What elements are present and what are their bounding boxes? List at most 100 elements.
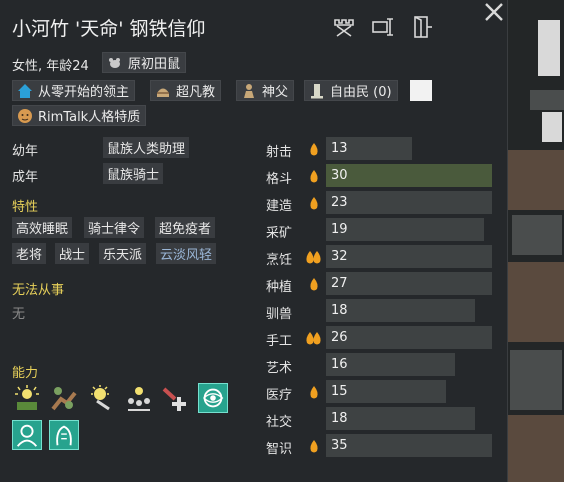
home-icon bbox=[18, 83, 32, 98]
ideology-tag[interactable]: 超凡教 bbox=[150, 80, 222, 101]
skill-name: 格斗 bbox=[266, 172, 293, 187]
skill-value: 30 bbox=[331, 168, 348, 183]
adulthood-label: 成年 bbox=[12, 170, 39, 185]
skill-name: 射击 bbox=[266, 145, 293, 160]
skill-bar[interactable]: 30 bbox=[326, 164, 492, 187]
skill-value: 23 bbox=[331, 195, 348, 210]
skill-value: 19 bbox=[331, 222, 348, 237]
trait-item[interactable]: 老将 bbox=[12, 243, 47, 264]
skill-level-fill bbox=[326, 407, 475, 430]
trait-item[interactable]: 云淡风轻 bbox=[156, 243, 217, 264]
inspire-icon[interactable] bbox=[12, 383, 42, 413]
traits-title: 特性 bbox=[12, 200, 39, 215]
major-passion-icon bbox=[306, 251, 321, 264]
skill-value: 15 bbox=[331, 384, 348, 399]
close-icon[interactable] bbox=[482, 0, 506, 24]
skill-value: 27 bbox=[331, 276, 348, 291]
banish-icon[interactable] bbox=[408, 14, 434, 40]
childhood-label: 幼年 bbox=[12, 144, 39, 159]
skill-name: 医疗 bbox=[266, 388, 293, 403]
skill-bar[interactable]: 19 bbox=[326, 218, 492, 241]
rename-icon[interactable] bbox=[370, 14, 396, 40]
skill-name: 种植 bbox=[266, 280, 293, 295]
gender-age: 女性, 年龄24 bbox=[12, 59, 89, 74]
skill-level-fill bbox=[326, 326, 492, 349]
role-tag[interactable]: 神父 bbox=[236, 80, 295, 101]
skill-level-fill bbox=[326, 434, 492, 457]
pawn-name: 小河竹 '天命' 钢铁信仰 bbox=[12, 18, 206, 40]
minor-passion-icon bbox=[310, 278, 318, 291]
skill-name: 烹饪 bbox=[266, 253, 293, 268]
rally-icon[interactable] bbox=[124, 383, 154, 413]
minor-passion-icon bbox=[310, 386, 318, 399]
skill-bar[interactable]: 15 bbox=[326, 380, 492, 403]
skill-bar[interactable]: 13 bbox=[326, 137, 492, 160]
skill-bar[interactable]: 35 bbox=[326, 434, 492, 457]
skill-name: 艺术 bbox=[266, 361, 293, 376]
fertilize-icon[interactable] bbox=[49, 383, 79, 413]
rat-icon bbox=[109, 57, 120, 68]
skill-value: 18 bbox=[331, 411, 348, 426]
skill-level-fill bbox=[326, 218, 484, 241]
skill-value: 32 bbox=[331, 249, 348, 264]
trait-item[interactable]: 超免疫者 bbox=[155, 217, 216, 238]
ideology-label: 超凡教 bbox=[176, 85, 216, 100]
skill-level-fill bbox=[326, 191, 492, 214]
priest-icon bbox=[244, 83, 254, 98]
minor-passion-icon bbox=[310, 440, 318, 453]
dreamer-icon[interactable] bbox=[49, 420, 79, 450]
childhood-backstory[interactable]: 鼠族人类助理 bbox=[103, 137, 190, 158]
skill-value: 16 bbox=[331, 357, 348, 372]
skill-bar[interactable]: 27 bbox=[326, 272, 492, 295]
skill-level-fill bbox=[326, 299, 475, 322]
trait-item[interactable]: 高效睡眠 bbox=[12, 217, 73, 238]
major-passion-icon bbox=[306, 332, 321, 345]
skill-value: 35 bbox=[331, 438, 348, 453]
skill-bar[interactable]: 18 bbox=[326, 407, 492, 430]
faction-label: 从零开始的领主 bbox=[38, 85, 130, 100]
skill-value: 18 bbox=[331, 303, 348, 318]
minor-passion-icon bbox=[310, 197, 318, 210]
title-tag[interactable]: 自由民 (0) bbox=[304, 80, 398, 101]
rimtalk-tag[interactable]: RimTalk人格特质 bbox=[12, 105, 147, 126]
skill-value: 13 bbox=[331, 141, 348, 156]
trait-item[interactable]: 战士 bbox=[55, 243, 90, 264]
skill-bar[interactable]: 18 bbox=[326, 299, 492, 322]
crown-icon[interactable] bbox=[331, 14, 357, 40]
title-label: 自由民 (0) bbox=[330, 85, 392, 100]
favorite-color-swatch[interactable] bbox=[410, 80, 432, 101]
faction-tag[interactable]: 从零开始的领主 bbox=[12, 80, 136, 101]
minor-passion-icon bbox=[310, 143, 318, 156]
skill-name: 驯兽 bbox=[266, 307, 293, 322]
mindshield-icon[interactable] bbox=[12, 420, 42, 450]
skill-level-fill bbox=[326, 272, 492, 295]
ideology-icon bbox=[157, 88, 169, 97]
skill-value: 26 bbox=[331, 330, 348, 345]
enlighten-icon[interactable] bbox=[87, 383, 117, 413]
psycast-icon[interactable] bbox=[198, 383, 228, 413]
pillar-icon bbox=[311, 83, 323, 98]
skill-name: 建造 bbox=[266, 199, 293, 214]
skill-level-fill bbox=[326, 245, 492, 268]
adulthood-backstory[interactable]: 鼠族骑士 bbox=[103, 163, 164, 184]
skill-name: 采矿 bbox=[266, 226, 293, 241]
character-panel: 小河竹 '天命' 钢铁信仰 女性, 年龄24 原初田鼠 从零开始的领主 超凡教 bbox=[0, 0, 508, 482]
face-icon bbox=[18, 108, 32, 123]
minor-passion-icon bbox=[310, 170, 318, 183]
skill-bar[interactable]: 23 bbox=[326, 191, 492, 214]
skill-name: 智识 bbox=[266, 442, 293, 457]
skill-name: 手工 bbox=[266, 334, 293, 349]
skill-bar[interactable]: 16 bbox=[326, 353, 492, 376]
incapable-value: 无 bbox=[12, 307, 26, 322]
skill-level-fill bbox=[326, 164, 492, 187]
race-label: 原初田鼠 bbox=[128, 57, 181, 72]
race-tag[interactable]: 原初田鼠 bbox=[102, 52, 187, 73]
abilities-title: 能力 bbox=[12, 366, 39, 381]
skill-bar[interactable]: 26 bbox=[326, 326, 492, 349]
trait-item[interactable]: 骑士律令 bbox=[84, 217, 145, 238]
incapable-title: 无法从事 bbox=[12, 283, 65, 298]
trait-item[interactable]: 乐天派 bbox=[99, 243, 147, 264]
heal-icon[interactable] bbox=[161, 383, 191, 413]
skill-bar[interactable]: 32 bbox=[326, 245, 492, 268]
rimtalk-label: RimTalk人格特质 bbox=[38, 110, 141, 125]
